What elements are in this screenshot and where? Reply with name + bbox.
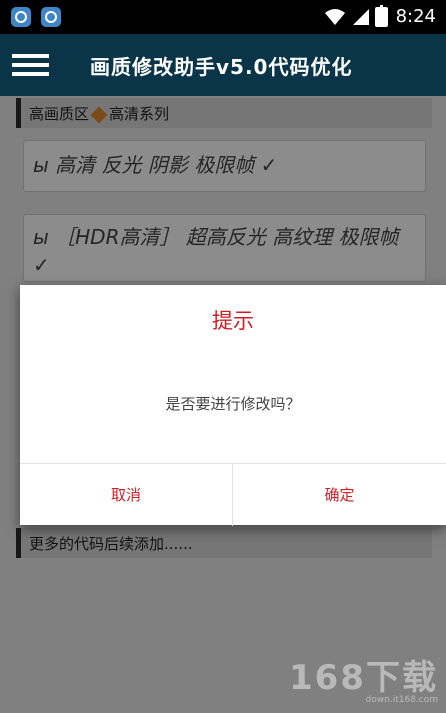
status-bar: 8:24 (0, 0, 446, 34)
wifi-icon (324, 9, 345, 25)
battery-icon (374, 5, 388, 27)
hamburger-menu-icon[interactable] (12, 54, 49, 76)
watermark-logo: 168下载 down.it168.com (289, 650, 438, 705)
confirm-dialog: 提示 是否要进行修改吗？ 取消 确定 (20, 285, 446, 526)
dialog-button-row: 取消 确定 (20, 463, 446, 526)
app-icon (41, 7, 61, 27)
dialog-title: 提示 (212, 309, 254, 333)
cancel-button[interactable]: 取消 (20, 464, 233, 526)
dialog-message: 是否要进行修改吗？ (165, 395, 301, 413)
status-time: 8:24 (395, 6, 436, 27)
watermark-text: 168下载 (289, 658, 438, 698)
signal-icon (352, 9, 369, 25)
app-icon (11, 7, 31, 27)
confirm-button[interactable]: 确定 (233, 464, 446, 526)
status-right: 8:24 (323, 5, 436, 28)
app-bar: 画质修改助手v5.0代码优化 (0, 34, 446, 96)
app-title: 画质修改助手v5.0代码优化 (90, 55, 353, 79)
